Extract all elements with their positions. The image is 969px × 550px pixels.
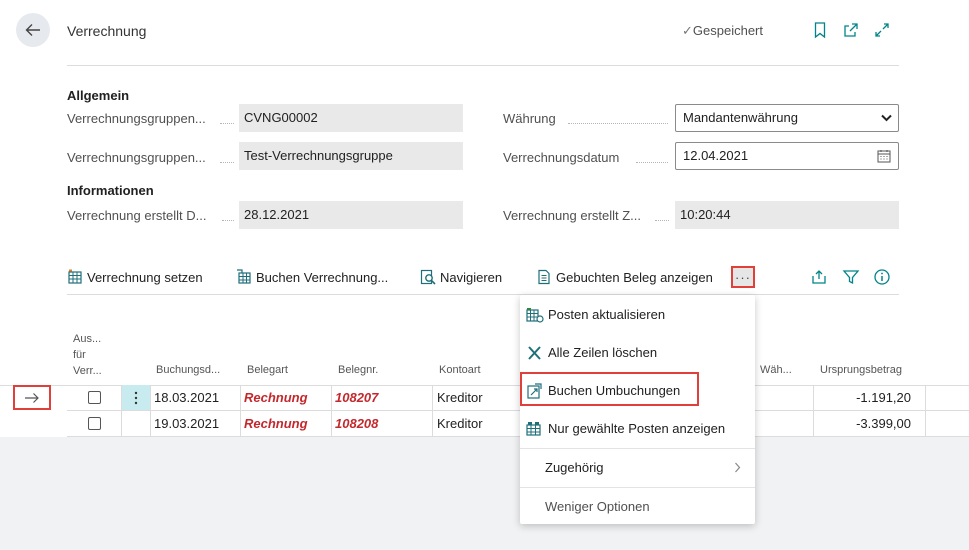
table-row[interactable]: 18.03.2021 Rechnung 108207 Kreditor -1.1…: [67, 385, 969, 411]
more-options-button[interactable]: ···: [731, 266, 755, 288]
column-header-select[interactable]: Aus... für Verr...: [73, 331, 113, 379]
check-icon: ✓: [682, 23, 693, 38]
column-header-original-amount[interactable]: Ursprungsbetrag: [820, 362, 902, 378]
document-no-cell[interactable]: 108208: [335, 416, 378, 431]
dotted-leader: [568, 123, 668, 124]
group-no-field[interactable]: CVNG00002: [239, 104, 463, 132]
set-applies-button[interactable]: Verrechnung setzen: [67, 269, 203, 285]
post-application-button[interactable]: Buchen Verrechnung...: [236, 269, 388, 285]
highlight-box: [520, 372, 699, 406]
saved-status: ✓Gespeichert: [682, 23, 763, 38]
column-divider: [240, 385, 241, 437]
currency-select[interactable]: Mandantenwährung: [675, 104, 899, 132]
table-row[interactable]: 19.03.2021 Rechnung 108208 Kreditor -3.3…: [67, 411, 969, 437]
menu-item-related[interactable]: Zugehörig: [520, 449, 755, 486]
calendar-icon[interactable]: [877, 149, 891, 163]
field-label-currency: Währung: [503, 111, 556, 126]
posting-date-cell[interactable]: 19.03.2021: [154, 416, 219, 431]
navigate-button[interactable]: Navigieren: [420, 269, 502, 285]
dotted-leader: [222, 220, 234, 221]
chevron-down-icon: [881, 114, 892, 122]
lines-action-bar: Verrechnung setzen Buchen Verrechnung...…: [67, 259, 899, 295]
page-title: Verrechnung: [67, 23, 147, 39]
section-info-heading: Informationen: [67, 183, 154, 198]
dotted-leader: [220, 162, 234, 163]
filter-icon[interactable]: [842, 268, 860, 286]
document-type-cell[interactable]: Rechnung: [244, 416, 308, 431]
menu-item-show-selected-entries[interactable]: Nur gewählte Posten anzeigen: [520, 410, 755, 447]
more-vertical-icon: [134, 391, 138, 404]
amount-cell[interactable]: -1.191,20: [809, 390, 911, 405]
column-header-document-type[interactable]: Belegart: [247, 362, 288, 378]
open-new-window-icon[interactable]: [842, 21, 860, 39]
post-document-icon: [237, 269, 251, 284]
delete-x-icon: [528, 345, 541, 360]
refresh-entries-icon: [526, 307, 544, 323]
menu-item-delete-all-lines[interactable]: Alle Zeilen löschen: [520, 334, 755, 371]
document-no-cell[interactable]: 108207: [335, 390, 378, 405]
field-label-group-name: Verrechnungsgruppen...: [67, 150, 206, 165]
column-divider: [331, 385, 332, 437]
document-icon: [538, 269, 550, 285]
chevron-right-icon: [735, 462, 741, 473]
field-label-created-date: Verrechnung erstellt D...: [67, 208, 207, 223]
row-actions-button[interactable]: [122, 385, 150, 410]
column-divider: [813, 385, 814, 437]
grid-empty-area: [0, 437, 969, 550]
more-options-menu: Posten aktualisieren Alle Zeilen löschen…: [520, 295, 755, 524]
selected-entries-icon: [526, 421, 541, 436]
column-divider: [150, 385, 151, 437]
find-entries-icon: [420, 269, 436, 285]
column-header-posting-date[interactable]: Buchungsd...: [156, 362, 220, 378]
dotted-leader: [636, 162, 668, 163]
menu-item-update-entries[interactable]: Posten aktualisieren: [520, 296, 755, 333]
arrow-right-icon: [25, 393, 39, 403]
column-header-currency[interactable]: Wäh...: [760, 362, 792, 378]
back-button[interactable]: [16, 13, 50, 47]
arrow-left-icon: [25, 24, 40, 36]
date-input[interactable]: 12.04.2021: [675, 142, 899, 170]
column-divider: [432, 385, 433, 437]
expand-icon[interactable]: [873, 21, 891, 39]
account-type-cell[interactable]: Kreditor: [437, 390, 483, 405]
apply-checkbox[interactable]: [88, 417, 101, 430]
header-divider: [67, 65, 899, 66]
field-label-date: Verrechnungsdatum: [503, 150, 620, 165]
account-type-cell[interactable]: Kreditor: [437, 416, 483, 431]
column-header-account-type[interactable]: Kontoart: [439, 362, 481, 378]
bookmark-icon[interactable]: [811, 21, 829, 39]
show-posted-document-button[interactable]: Gebuchten Beleg anzeigen: [536, 269, 713, 285]
amount-cell[interactable]: -3.399,00: [809, 416, 911, 431]
created-date-field: 28.12.2021: [239, 201, 463, 229]
grid-table-icon: [68, 269, 82, 284]
group-name-field[interactable]: Test-Verrechnungsgruppe: [239, 142, 463, 170]
column-header-document-no[interactable]: Belegnr.: [338, 362, 378, 378]
share-icon[interactable]: [810, 268, 828, 286]
apply-checkbox[interactable]: [88, 391, 101, 404]
column-divider: [925, 385, 926, 437]
dotted-leader: [655, 220, 669, 221]
dotted-leader: [220, 123, 234, 124]
section-general-heading: Allgemein: [67, 88, 130, 103]
info-icon[interactable]: [873, 268, 891, 286]
menu-item-fewer-options[interactable]: Weniger Optionen: [520, 488, 755, 525]
document-type-cell[interactable]: Rechnung: [244, 390, 308, 405]
column-divider: [121, 385, 122, 437]
field-label-created-time: Verrechnung erstellt Z...: [503, 208, 642, 223]
current-row-indicator[interactable]: [13, 385, 51, 410]
posting-date-cell[interactable]: 18.03.2021: [154, 390, 219, 405]
field-label-group-no: Verrechnungsgruppen...: [67, 111, 206, 126]
created-time-field: 10:20:44: [675, 201, 899, 229]
